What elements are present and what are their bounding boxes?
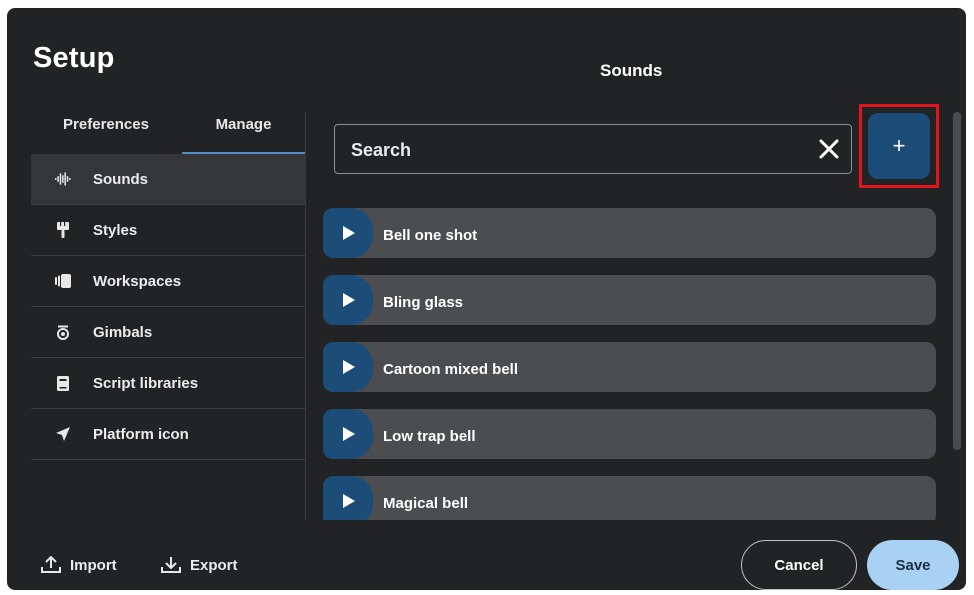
search-box xyxy=(334,124,852,175)
sidebar-item-label: Sounds xyxy=(93,170,148,188)
sound-label: Magical bell xyxy=(383,495,469,512)
sound-label: Bling glass xyxy=(383,294,464,311)
export-button[interactable]: Export xyxy=(161,553,238,577)
list-item[interactable]: Cartoon mixed bell xyxy=(323,342,936,392)
sidebar-item-label: Script libraries xyxy=(93,374,199,392)
save-button[interactable]: Save xyxy=(867,540,959,590)
sidebar: Sounds Styles Workspaces Gimbals Script … xyxy=(31,154,305,460)
search-input[interactable] xyxy=(349,125,793,175)
play-icon xyxy=(343,360,355,374)
list-item[interactable]: Low trap bell xyxy=(323,409,936,459)
sidebar-item-label: Workspaces xyxy=(93,272,182,290)
workspaces-icon xyxy=(55,273,71,289)
sidebar-item-platform-icon[interactable]: Platform icon xyxy=(31,409,305,460)
navigation-arrow-icon xyxy=(55,426,71,442)
import-label: Import xyxy=(70,556,117,574)
sidebar-item-gimbals[interactable]: Gimbals xyxy=(31,307,305,358)
play-icon xyxy=(343,427,355,441)
play-icon xyxy=(343,293,355,307)
book-icon xyxy=(55,375,71,391)
play-button[interactable] xyxy=(323,275,373,325)
tab-preferences[interactable]: Preferences xyxy=(31,112,181,154)
sidebar-item-label: Gimbals xyxy=(93,323,153,341)
sound-label: Bell one shot xyxy=(383,227,478,244)
waveform-icon xyxy=(55,171,71,187)
play-button[interactable] xyxy=(323,476,373,520)
play-icon xyxy=(343,494,355,508)
play-button[interactable] xyxy=(323,208,373,258)
sound-list: Bell one shot Bling glass Cartoon mixed … xyxy=(323,208,936,520)
add-sound-button[interactable]: + xyxy=(868,113,930,179)
sidebar-item-styles[interactable]: Styles xyxy=(31,205,305,256)
play-icon xyxy=(343,226,355,240)
list-item[interactable]: Bling glass xyxy=(323,275,936,325)
cancel-button[interactable]: Cancel xyxy=(741,540,857,590)
setup-dialog: Setup Sounds Preferences Manage Sounds S xyxy=(7,8,966,590)
dialog-title: Setup xyxy=(33,42,115,74)
tab-manage[interactable]: Manage xyxy=(182,112,305,154)
panel-title: Sounds xyxy=(600,61,663,80)
scrollbar[interactable] xyxy=(953,112,961,450)
import-button[interactable]: Import xyxy=(41,553,117,577)
list-item[interactable]: Magical bell xyxy=(323,476,936,520)
close-icon[interactable] xyxy=(817,137,841,161)
gimbal-icon xyxy=(55,324,71,340)
sound-label: Low trap bell xyxy=(383,428,476,445)
sidebar-item-workspaces[interactable]: Workspaces xyxy=(31,256,305,307)
tab-bar: Preferences Manage xyxy=(31,112,305,154)
sidebar-item-sounds[interactable]: Sounds xyxy=(31,154,305,205)
sound-label: Cartoon mixed bell xyxy=(383,361,519,378)
list-item[interactable]: Bell one shot xyxy=(323,208,936,258)
play-button[interactable] xyxy=(323,342,373,392)
sidebar-item-label: Styles xyxy=(93,221,138,239)
sidebar-item-script-libraries[interactable]: Script libraries xyxy=(31,358,305,409)
export-label: Export xyxy=(190,556,238,574)
download-icon xyxy=(161,557,181,573)
brush-icon xyxy=(55,222,71,238)
upload-icon xyxy=(41,556,61,573)
add-button-highlight: + xyxy=(859,104,939,188)
play-button[interactable] xyxy=(323,409,373,459)
sidebar-item-label: Platform icon xyxy=(93,425,189,443)
panel-divider xyxy=(305,112,306,520)
